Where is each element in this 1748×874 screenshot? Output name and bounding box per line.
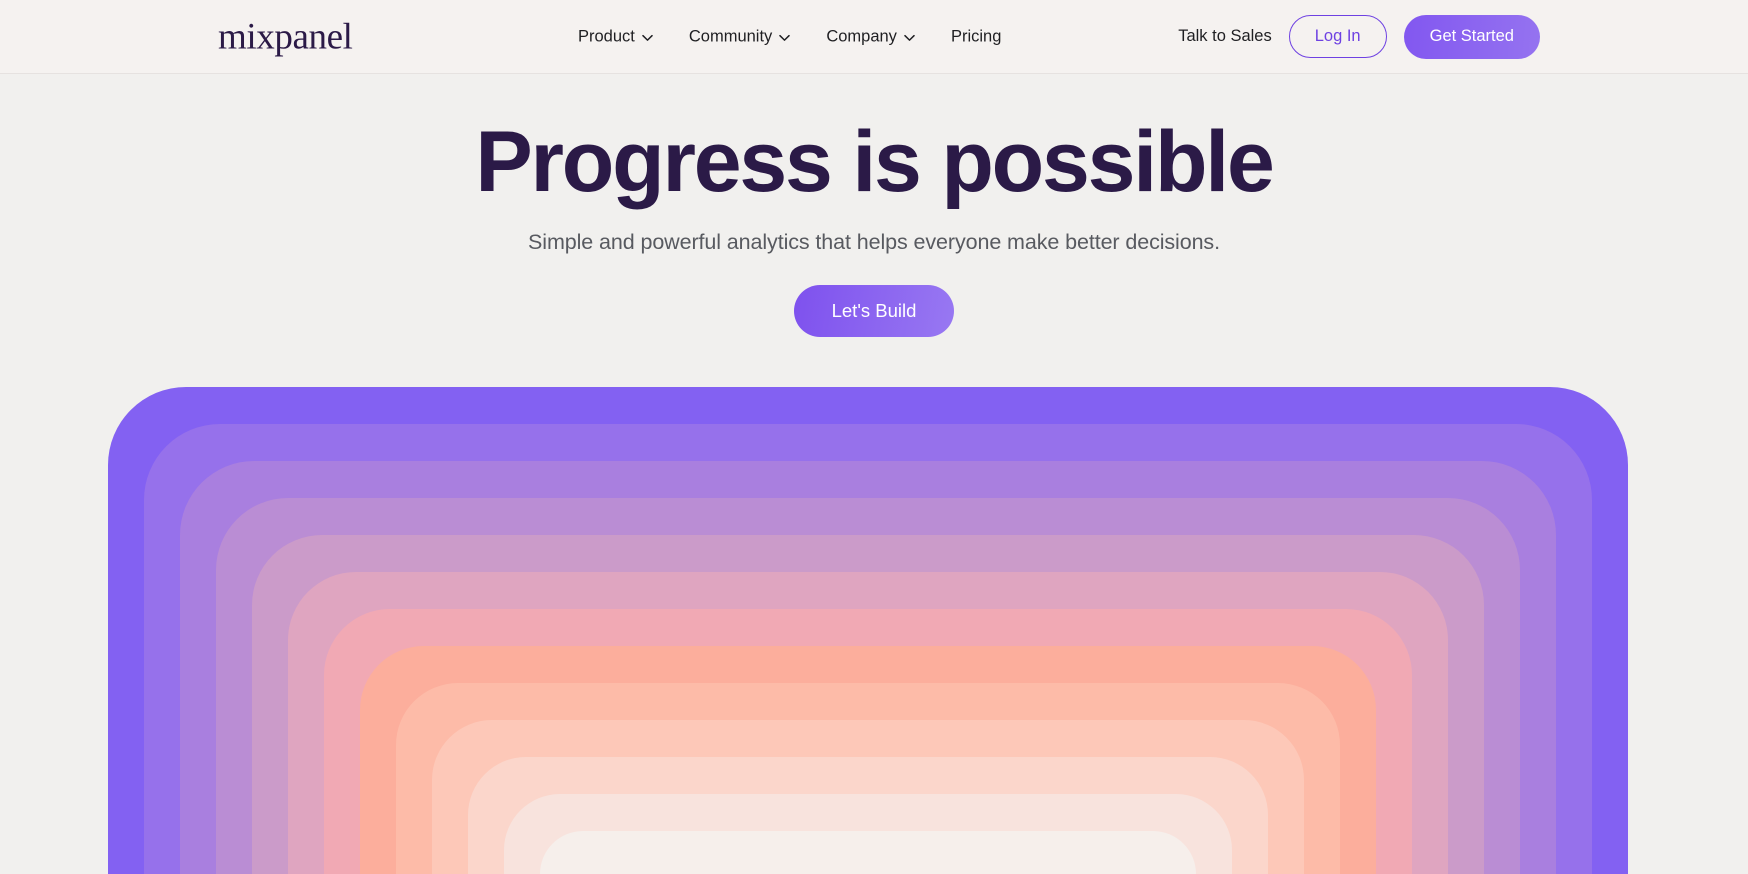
hero-section: Progress is possible Simple and powerful… [0,74,1748,337]
chevron-down-icon [779,34,791,41]
nav-item-label: Company [826,27,897,45]
chevron-down-icon [904,34,915,41]
site-header: mixpanel Product Community Company Prici… [0,0,1748,74]
nav-item-label: Pricing [950,27,1002,45]
mixpanel-logo[interactable]: mixpanel [218,18,353,55]
primary-navigation: Product Community Company Pricing [578,27,1001,46]
nav-item-product[interactable]: Product [578,27,653,46]
get-started-button[interactable]: Get Started [1403,14,1540,59]
nav-item-company[interactable]: Company [826,27,915,46]
nav-item-label: Product [578,27,635,45]
page-title: Progress is possible [475,114,1274,210]
hero-subtitle: Simple and powerful analytics that helps… [528,230,1220,254]
talk-to-sales-link[interactable]: Talk to Sales [1178,27,1272,46]
log-in-button[interactable]: Log In [1288,15,1387,58]
nav-item-label: Community [688,27,773,45]
lets-build-button[interactable]: Let's Build [793,285,955,337]
nav-item-pricing[interactable]: Pricing [951,27,1001,46]
hero-gradient-bands [0,387,1748,874]
gradient-band [540,831,1196,874]
header-actions: Talk to Sales Log In Get Started [1178,14,1540,59]
chevron-down-icon [642,34,653,41]
nav-item-community[interactable]: Community [688,27,791,46]
